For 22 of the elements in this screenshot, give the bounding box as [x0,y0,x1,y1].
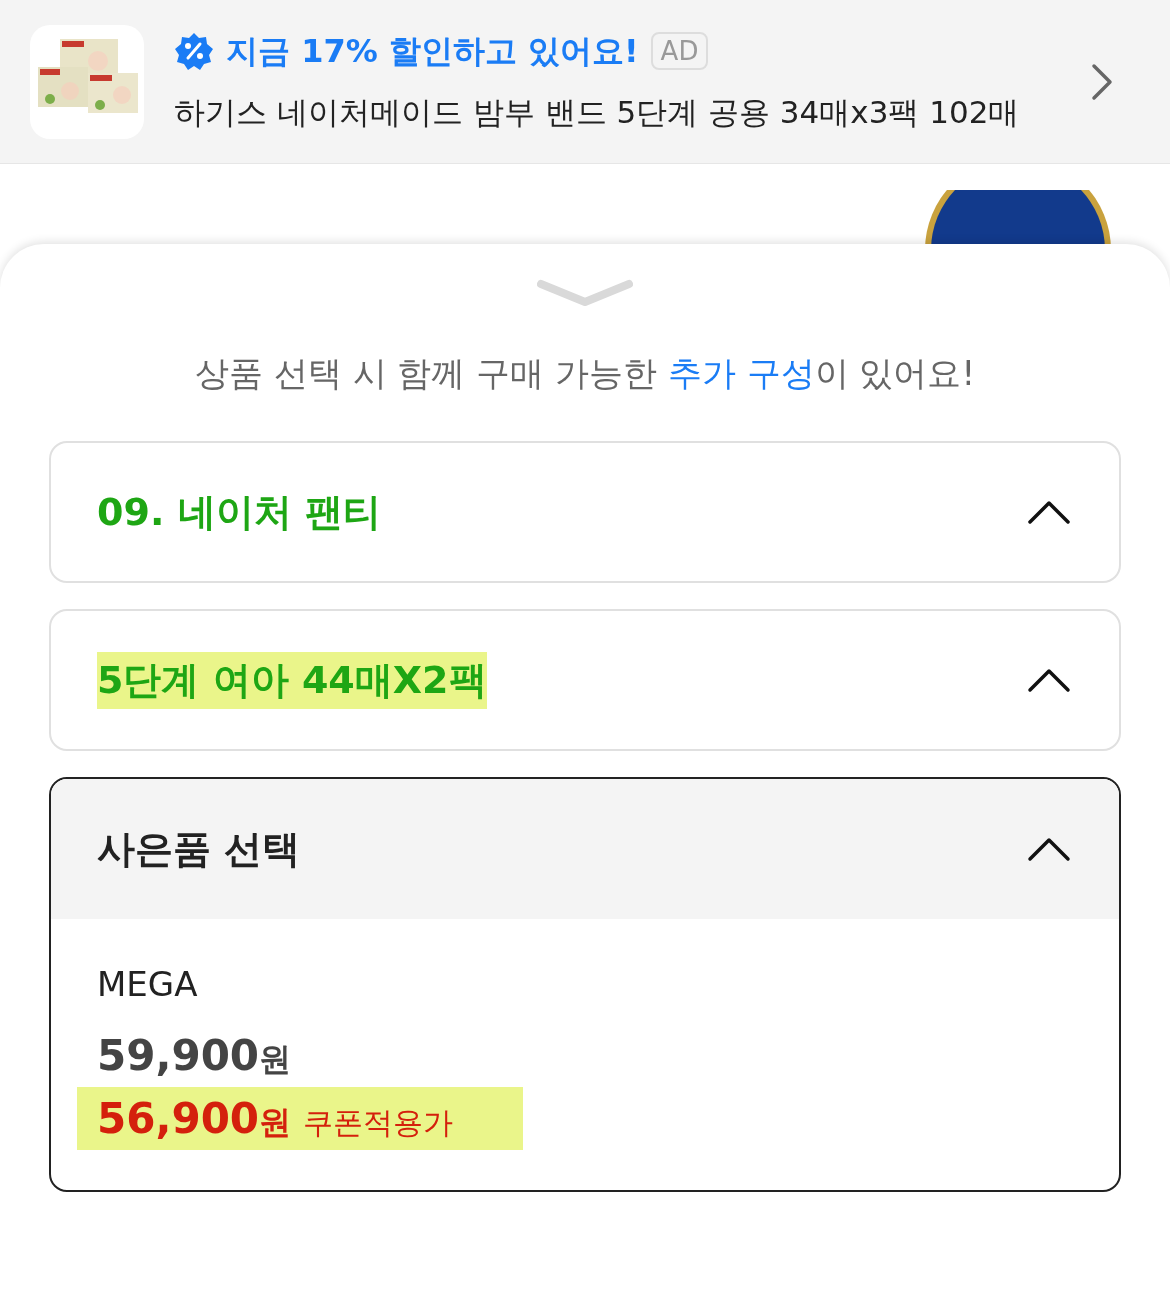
gift-option[interactable]: MEGA 59,900원 56,900원 쿠폰적용가 [51,919,1119,1190]
gift-header[interactable]: 사은품 선택 [51,779,1119,919]
price-unit: 원 [259,1102,292,1143]
notice-text: 상품 선택 시 함께 구매 가능한 추가 구성이 있어요! [194,352,976,395]
chevron-up-icon [1027,667,1071,693]
chevron-up-icon [1027,499,1071,525]
ad-banner[interactable]: 지금 17% 할인하고 있어요! AD 하기스 네이처메이드 밤부 밴드 5단계 공용 34매x3팩 102매 [0,0,1170,164]
chevron-up-icon [1027,836,1071,862]
option-label: 09. 네이처 팬티 [97,488,381,536]
discount-badge-icon [174,31,214,72]
gift-title: 사은품 선택 [97,825,301,873]
price-unit: 원 [259,1039,292,1080]
coupon-price: 56,900 [97,1093,260,1145]
discount-headline: 지금 17% 할인하고 있어요! [226,31,639,73]
coupon-label: 쿠폰적용가 [303,1104,454,1142]
regular-price: 59,900 [97,1030,260,1082]
sheet-handle-icon[interactable] [537,278,633,308]
product-title: 하기스 네이처메이드 밤부 밴드 5단계 공용 34매x3팩 102매 [174,93,1021,133]
option-name: MEGA [97,963,198,1006]
ad-label: AD [650,32,709,71]
chevron-right-icon [1090,61,1114,102]
option-label: 5단계 여아 44매X2팩 [97,651,487,709]
